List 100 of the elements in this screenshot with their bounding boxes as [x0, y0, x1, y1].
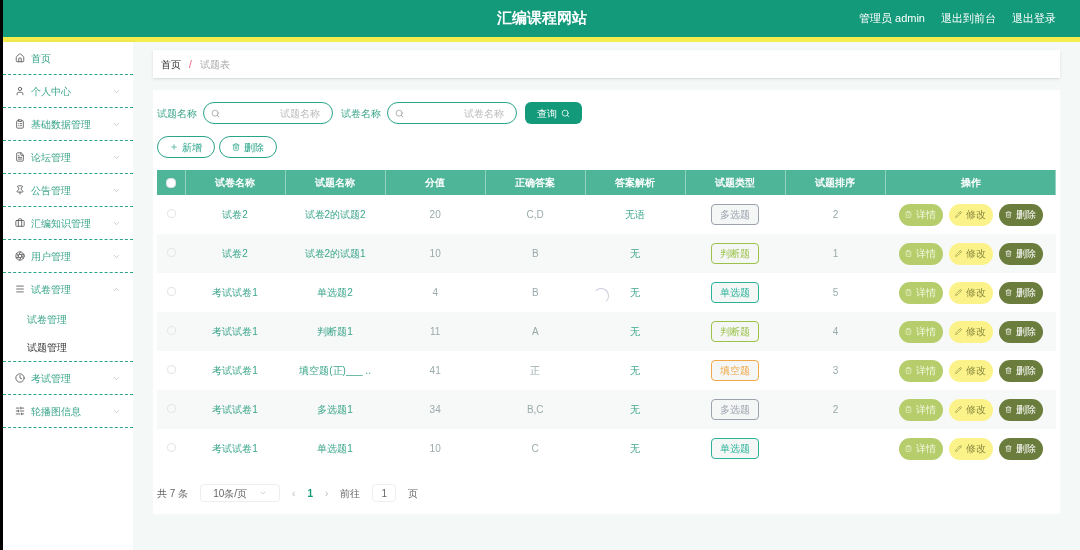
table-cell: 2	[832, 404, 839, 415]
trash-icon	[1005, 289, 1012, 296]
sidebar-item[interactable]: 公告管理	[3, 174, 133, 206]
clipboard-icon	[905, 367, 912, 374]
table-cell: 单选题1	[317, 443, 353, 454]
row-checkbox[interactable]	[166, 365, 176, 374]
table-cell: 试卷2的试题1	[304, 248, 366, 259]
row-checkbox[interactable]	[166, 209, 176, 218]
delete-button[interactable]: 删除	[998, 437, 1043, 460]
next-button[interactable]: ›	[324, 485, 329, 501]
sidebar-item[interactable]: 轮播图信息	[3, 395, 133, 427]
sidebar-item[interactable]: 个人中心	[3, 75, 133, 107]
sidebar-item[interactable]: 论坛管理	[3, 141, 133, 173]
table-cell: 3	[832, 365, 839, 376]
column-header: 答案解析	[615, 177, 656, 188]
details-button[interactable]: 详情	[898, 359, 943, 382]
edit-button[interactable]: 修改	[948, 398, 993, 421]
type-tag: 单选题	[711, 438, 760, 459]
table-cell: 试卷2	[222, 209, 248, 220]
sidebar-item[interactable]: 基础数据管理	[3, 108, 133, 140]
table-cell: B	[531, 287, 539, 298]
delete-button[interactable]: 删除	[998, 281, 1043, 304]
details-button[interactable]: 详情	[898, 281, 943, 304]
search-field[interactable]: 试题名称	[203, 102, 333, 124]
clipboard-icon	[905, 289, 912, 296]
table-cell: 无	[630, 326, 641, 337]
breadcrumb-separator: /	[189, 57, 192, 72]
table-cell: 11	[429, 326, 441, 337]
sidebar-item[interactable]: 考试管理	[3, 362, 133, 394]
delete-button[interactable]: 删除	[998, 320, 1043, 343]
table-cell: 无	[630, 404, 641, 415]
total-count: 共 7 条	[157, 486, 189, 501]
table-cell: 判断题1	[317, 326, 353, 337]
site-title: 汇编课程网站	[496, 8, 587, 29]
details-button[interactable]: 详情	[898, 437, 943, 460]
breadcrumb-link[interactable]: 首页	[161, 56, 181, 72]
trash-icon	[1005, 445, 1012, 452]
header-checkbox[interactable]	[165, 178, 176, 189]
table-cell: 无	[630, 443, 641, 454]
row-checkbox[interactable]	[166, 287, 176, 296]
table-cell: B,C	[526, 404, 544, 415]
table-cell: 考试试卷1	[212, 443, 258, 454]
sidebar-item[interactable]: 用户管理	[3, 240, 133, 272]
goto-field[interactable]: 1	[372, 484, 397, 502]
search-icon	[211, 109, 220, 118]
clipboard-icon	[905, 211, 912, 218]
pencil-icon	[955, 406, 962, 413]
search-field[interactable]: 试卷名称	[387, 102, 517, 124]
header-link[interactable]: 退出到前台	[941, 10, 996, 27]
edit-button[interactable]: 修改	[948, 203, 993, 226]
page-size-select[interactable]: 10条/页	[200, 484, 281, 502]
delete-button[interactable]: 删除	[998, 359, 1043, 382]
edit-button[interactable]: 修改	[948, 242, 993, 265]
column-header: 试卷名称	[215, 177, 256, 188]
goto-label: 前往	[340, 486, 361, 501]
delete-button[interactable]: 删除	[998, 242, 1043, 265]
edit-button[interactable]: 修改	[948, 281, 993, 304]
sidebar-item[interactable]: 试卷管理	[3, 273, 133, 305]
search-button[interactable]: 查询	[525, 102, 582, 124]
sliders-icon	[15, 406, 25, 416]
pencil-icon	[955, 211, 962, 218]
clipboard-icon	[15, 119, 25, 129]
table-cell: 41	[429, 365, 441, 376]
type-tag: 判断题	[711, 243, 760, 264]
trash-icon	[1005, 250, 1012, 257]
submenu-item[interactable]: 试题管理	[27, 339, 67, 355]
header-link[interactable]: 退出登录	[1012, 10, 1056, 27]
sidebar-item[interactable]: 汇编知识管理	[3, 207, 133, 239]
details-button[interactable]: 详情	[898, 398, 943, 421]
column-header: 分值	[425, 177, 446, 188]
clipboard-icon	[905, 406, 912, 413]
table-cell: 5	[832, 287, 839, 298]
table-cell: B	[531, 248, 539, 259]
table-cell: 无	[630, 248, 641, 259]
row-checkbox[interactable]	[166, 443, 176, 452]
details-button[interactable]: 详情	[898, 320, 943, 343]
plus-icon	[170, 143, 178, 151]
pencil-icon	[955, 328, 962, 335]
field-label: 试卷名称	[341, 106, 381, 121]
table-cell: 考试试卷1	[212, 326, 258, 337]
edit-button[interactable]: 修改	[948, 320, 993, 343]
search-icon	[395, 109, 404, 118]
details-button[interactable]: 详情	[898, 203, 943, 226]
column-header: 试题名称	[315, 177, 356, 188]
page-number[interactable]: 1	[307, 485, 313, 501]
delete-button[interactable]: 删除	[998, 203, 1043, 226]
submenu-item[interactable]: 试卷管理	[27, 311, 67, 327]
type-tag: 单选题	[711, 282, 760, 303]
edit-button[interactable]: 修改	[948, 437, 993, 460]
header-link[interactable]: 管理员 admin	[858, 10, 925, 27]
edit-button[interactable]: 修改	[948, 359, 993, 382]
trash-icon	[1005, 211, 1012, 218]
delete-button[interactable]: 删除	[998, 398, 1043, 421]
column-header: 正确答案	[515, 177, 556, 188]
table-cell: 4	[432, 287, 438, 298]
sidebar-item[interactable]: 首页	[3, 42, 133, 74]
prev-button[interactable]: ‹	[292, 485, 296, 501]
details-button[interactable]: 详情	[898, 242, 943, 265]
pin-icon	[15, 185, 25, 195]
pencil-icon	[955, 250, 962, 257]
